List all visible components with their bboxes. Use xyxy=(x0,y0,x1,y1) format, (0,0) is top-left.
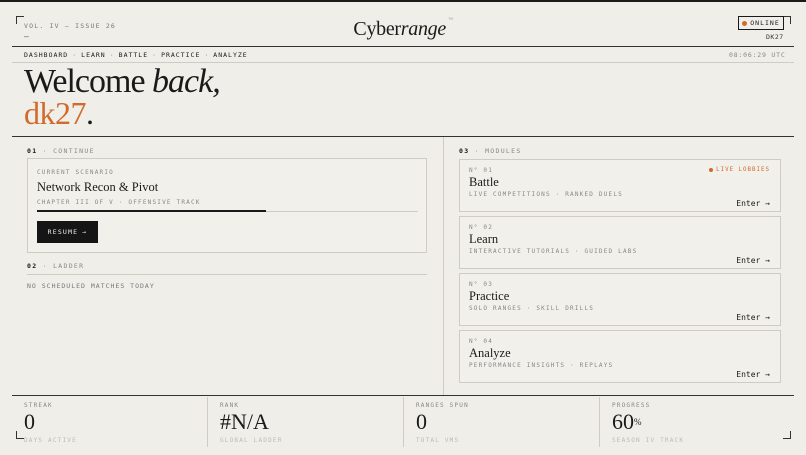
stat-progress-value: 60% xyxy=(612,411,642,433)
module-description: LIVE COMPETITIONS · RANKED DUELS xyxy=(469,191,623,198)
status-badge: ONLINE xyxy=(738,16,784,30)
top-border xyxy=(0,0,806,2)
brand-name-b: range xyxy=(400,18,446,40)
ladder-rule xyxy=(27,274,427,275)
stat-divider xyxy=(599,397,600,447)
brand-trademark: ™ xyxy=(447,18,453,23)
live-dot-icon xyxy=(709,168,714,172)
stat-streak-value: 0 xyxy=(24,411,35,433)
stat-divider xyxy=(403,397,404,447)
module-card-practice[interactable]: N° 03 Practice SOLO RANGES · SKILL DRILL… xyxy=(459,273,781,326)
live-lobbies-badge: LIVE LOBBIES xyxy=(709,167,770,173)
hero-rule xyxy=(12,136,794,137)
module-title: Practice xyxy=(469,289,510,303)
current-scenario-card[interactable]: CURRENT SCENARIO Network Recon & Pivot C… xyxy=(27,158,427,253)
scenario-subtitle: CHAPTER III OF V · OFFENSIVE TRACK xyxy=(37,199,201,206)
enter-practice-link[interactable]: Enter → xyxy=(736,313,770,322)
column-divider xyxy=(443,137,444,395)
module-number: N° 04 xyxy=(469,338,494,345)
module-title: Battle xyxy=(469,175,499,189)
stat-suffix: % xyxy=(634,417,642,427)
breadcrumb: DASHBOARD · LEARN · BATTLE · PRACTICE · … xyxy=(24,51,248,59)
module-number: N° 02 xyxy=(469,224,494,231)
module-card-analyze[interactable]: N° 04 Analyze PERFORMANCE INSIGHTS · REP… xyxy=(459,330,781,383)
nav-sep: · xyxy=(72,51,78,59)
section-number: 02 xyxy=(27,262,38,270)
arrow-right-icon: → xyxy=(82,228,88,236)
status-label: ONLINE xyxy=(750,19,780,27)
username-text: dk27 xyxy=(24,95,87,131)
stat-streak-label: STREAK xyxy=(24,402,53,409)
live-label: LIVE LOBBIES xyxy=(716,167,770,173)
enter-analyze-link[interactable]: Enter → xyxy=(736,370,770,379)
stat-rank-sub: GLOBAL LADDER xyxy=(220,437,283,444)
module-title: Learn xyxy=(469,232,499,246)
nav-item-battle[interactable]: BATTLE xyxy=(119,51,148,59)
module-number: N° 01 xyxy=(469,167,494,174)
stat-value-text: #N/A xyxy=(220,409,269,434)
nav-item-dashboard[interactable]: DASHBOARD xyxy=(24,51,68,59)
stat-ranges-label: RANGES SPUN xyxy=(416,402,469,409)
section-label: · MODULES xyxy=(474,147,522,155)
resume-button[interactable]: RESUME → xyxy=(37,221,98,243)
utc-clock: 08:06:29 UTC xyxy=(729,51,786,59)
welcome-heading: Welcome back, xyxy=(24,63,221,100)
module-card-battle[interactable]: N° 01 LIVE LOBBIES Battle LIVE COMPETITI… xyxy=(459,159,781,212)
ladder-empty-state: NO SCHEDULED MATCHES TODAY xyxy=(27,282,155,290)
status-dot-icon xyxy=(742,20,748,26)
nav-sep: · xyxy=(204,51,210,59)
nav-item-practice[interactable]: PRACTICE xyxy=(161,51,200,59)
section-modules-heading: 03 · MODULES xyxy=(459,147,522,155)
stat-streak-sub: DAYS ACTIVE xyxy=(24,437,77,444)
header-rule xyxy=(12,46,794,47)
stats-rule xyxy=(12,395,794,396)
stat-value-text: 0 xyxy=(416,409,427,434)
corner-mark-bottom-right xyxy=(783,431,791,439)
stat-ranges-sub: TOTAL VMS xyxy=(416,437,460,444)
brand-name-a: Cyber xyxy=(353,18,401,40)
user-handle[interactable]: DK27 xyxy=(766,33,784,41)
stat-progress-sub: SEASON IV TRACK xyxy=(612,437,685,444)
stat-value-text: 0 xyxy=(24,409,35,434)
section-continue-heading: 01 · CONTINUE xyxy=(27,147,95,155)
scenario-progress-bar xyxy=(37,210,418,212)
section-label: · CONTINUE xyxy=(42,147,95,155)
scenario-title: Network Recon & Pivot xyxy=(37,180,159,194)
resume-label: RESUME xyxy=(47,228,79,236)
stat-value-text: 60 xyxy=(612,409,634,434)
module-title: Analyze xyxy=(469,346,511,360)
scenario-progress-fill xyxy=(37,210,266,212)
scenario-label: CURRENT SCENARIO xyxy=(37,169,114,176)
section-label: · LADDER xyxy=(42,262,85,270)
nav-sep: · xyxy=(109,51,115,59)
corner-mark-bottom-left xyxy=(16,431,24,439)
nav-item-learn[interactable]: LEARN xyxy=(81,51,106,59)
section-number: 03 xyxy=(459,147,470,155)
stat-rank-value: #N/A xyxy=(220,411,269,433)
module-number: N° 03 xyxy=(469,281,494,288)
module-card-learn[interactable]: N° 02 Learn INTERACTIVE TUTORIALS · GUID… xyxy=(459,216,781,269)
enter-battle-link[interactable]: Enter → xyxy=(736,199,770,208)
welcome-username: dk27. xyxy=(24,95,94,131)
welcome-text-italic: back, xyxy=(152,63,221,100)
section-number: 01 xyxy=(27,147,38,155)
stat-divider xyxy=(207,397,208,447)
nav-sep: · xyxy=(152,51,158,59)
stat-rank-label: RANK xyxy=(220,402,240,409)
module-description: INTERACTIVE TUTORIALS · GUIDED LABS xyxy=(469,248,638,255)
module-description: SOLO RANGES · SKILL DRILLS xyxy=(469,305,595,312)
stat-progress-label: PROGRESS xyxy=(612,402,651,409)
module-description: PERFORMANCE INSIGHTS · REPLAYS xyxy=(469,362,614,369)
stat-ranges-value: 0 xyxy=(416,411,427,433)
section-ladder-heading: 02 · LADDER xyxy=(27,262,84,270)
enter-learn-link[interactable]: Enter → xyxy=(736,256,770,265)
nav-item-analyze[interactable]: ANALYZE xyxy=(213,51,247,59)
brand-logo[interactable]: Cyberrange ™ xyxy=(0,18,806,41)
username-dot: . xyxy=(86,95,94,131)
